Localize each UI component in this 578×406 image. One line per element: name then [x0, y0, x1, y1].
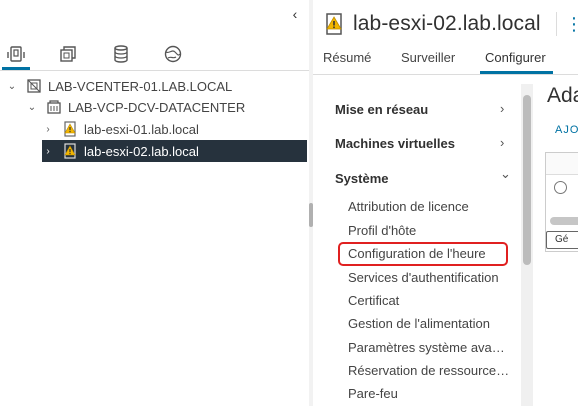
content-title: Ada: [547, 84, 578, 107]
tree-item-host-02[interactable]: › lab-esxi-02.lab.local: [42, 140, 307, 162]
more-actions-icon[interactable]: ⋮: [565, 14, 578, 34]
tree-item-vcenter[interactable]: ⌄ LAB-VCENTER-01.LAB.LOCAL: [6, 75, 232, 97]
tab-summary[interactable]: Résumé: [323, 50, 371, 65]
tree-item-datacenter[interactable]: ⌄ LAB-VCP-DCV-DATACENTER: [26, 96, 245, 118]
add-link[interactable]: AJO: [555, 124, 578, 136]
host-warning-icon: [326, 13, 342, 35]
collapse-pane-icon[interactable]: ‹: [287, 6, 303, 22]
chevron-down-icon[interactable]: ⌄: [500, 166, 511, 182]
divider: [556, 12, 557, 36]
tree-item-label: lab-esxi-01.lab.local: [84, 121, 199, 137]
menu-item-power-management[interactable]: Gestion de l'alimentation: [348, 316, 490, 331]
row-radio[interactable]: [554, 181, 567, 194]
chevron-right-icon[interactable]: ›: [500, 135, 504, 150]
networking-icon[interactable]: [161, 42, 185, 66]
storage-icon[interactable]: [109, 42, 133, 66]
menu-item-licensing[interactable]: Attribution de licence: [348, 199, 469, 214]
tab-configure[interactable]: Configurer: [485, 50, 546, 65]
tree-item-host-01[interactable]: › lab-esxi-01.lab.local: [42, 118, 199, 140]
section-virtual-machines[interactable]: Machines virtuelles: [335, 136, 455, 151]
divider: [313, 74, 578, 75]
host-warning-icon: [62, 121, 78, 137]
tab-monitor[interactable]: Surveiller: [401, 50, 455, 65]
section-networking[interactable]: Mise en réseau: [335, 102, 428, 117]
menu-item-advanced-system-settings[interactable]: Paramètres système ava…: [348, 340, 505, 355]
hosts-and-clusters-icon[interactable]: [4, 42, 28, 66]
host-warning-icon: [62, 143, 78, 159]
chevron-right-icon[interactable]: ›: [42, 146, 54, 157]
section-system[interactable]: Système: [335, 171, 388, 186]
chevron-down-icon[interactable]: ⌄: [6, 81, 18, 92]
grid-horizontal-scrollbar[interactable]: [550, 217, 578, 225]
object-pane: lab-esxi-02.lab.local ⋮ Résumé Surveille…: [313, 0, 578, 406]
menu-item-firewall[interactable]: Pare-feu: [348, 386, 398, 401]
content-area: Ada AJO Gé: [535, 84, 578, 406]
chevron-right-icon[interactable]: ›: [500, 101, 504, 116]
grid-header: [546, 153, 578, 175]
inventory-pane: ‹ ⌄ LAB-VCENTER-01.LAB.LOCAL ⌄ LAB-VCP-D…: [0, 0, 310, 406]
configure-menu: Mise en réseau › Machines virtuelles › S…: [313, 84, 521, 406]
menu-item-resource-reservation[interactable]: Réservation de ressource…: [348, 363, 509, 378]
object-header: lab-esxi-02.lab.local: [323, 10, 541, 38]
menu-item-authentication-services[interactable]: Services d'authentification: [348, 270, 499, 285]
chevron-down-icon[interactable]: ⌄: [26, 102, 38, 113]
highlight-box: [338, 242, 508, 266]
inventory-view-tabs: [0, 40, 310, 70]
page-title: lab-esxi-02.lab.local: [353, 12, 541, 35]
datacenter-icon: [46, 99, 62, 115]
tree-item-label: LAB-VCENTER-01.LAB.LOCAL: [48, 78, 233, 94]
chevron-right-icon[interactable]: ›: [42, 124, 54, 135]
menu-item-host-profile[interactable]: Profil d'hôte: [348, 223, 416, 238]
menu-item-certificate[interactable]: Certificat: [348, 293, 399, 308]
vms-and-templates-icon[interactable]: [56, 42, 80, 66]
object-tabs: Résumé Surveiller Configurer: [313, 46, 578, 74]
tree-item-label: LAB-VCP-DCV-DATACENTER: [68, 99, 246, 115]
menu-scrollbar-thumb[interactable]: [523, 95, 531, 265]
manage-button[interactable]: Gé: [546, 231, 578, 249]
vcenter-icon: [26, 78, 42, 94]
divider: [0, 70, 310, 71]
tree-item-label: lab-esxi-02.lab.local: [84, 143, 199, 159]
